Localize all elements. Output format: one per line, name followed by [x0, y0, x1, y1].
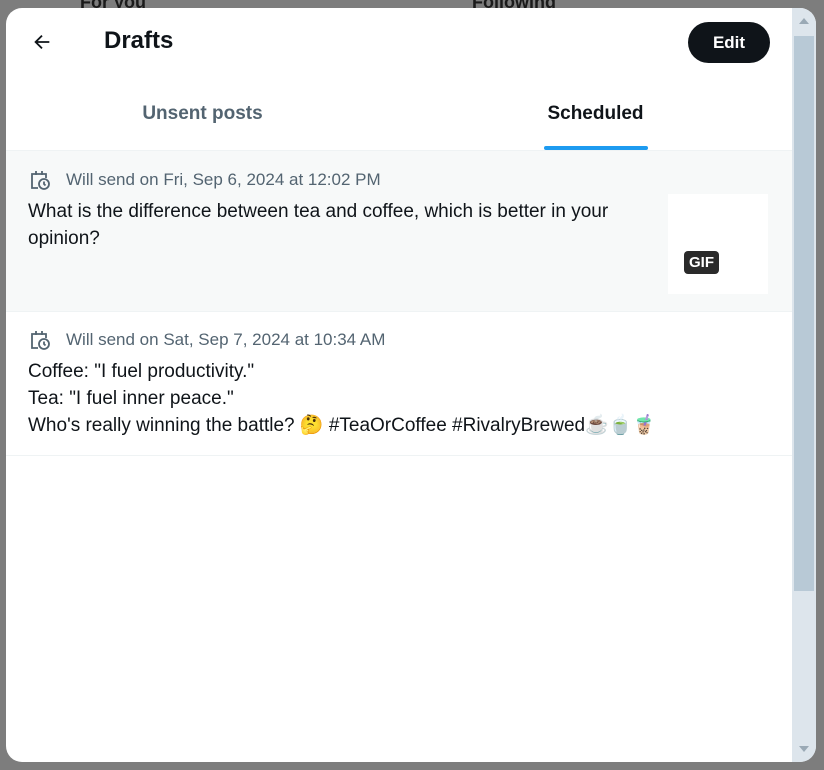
scroll-down-arrow-icon[interactable]	[799, 746, 809, 752]
back-button[interactable]	[26, 26, 58, 58]
active-tab-indicator	[543, 146, 648, 150]
drafts-modal: Drafts Edit Unsent posts Scheduled Will …	[6, 8, 816, 762]
post-line: Who's really winning the battle? 🤔 #TeaO…	[28, 415, 657, 436]
schedule-time: Will send on Sat, Sep 7, 2024 at 10:34 A…	[66, 330, 386, 349]
scheduled-post[interactable]: Will send on Fri, Sep 6, 2024 at 12:02 P…	[6, 151, 792, 312]
post-text: Coffee: "I fuel productivity." Tea: "I f…	[28, 358, 768, 439]
modal-header: Drafts Edit	[6, 8, 792, 78]
schedule-time: Will send on Fri, Sep 6, 2024 at 12:02 P…	[66, 170, 381, 189]
calendar-clock-icon	[31, 171, 50, 190]
calendar-clock-icon	[31, 331, 50, 350]
gif-thumbnail: GIF	[668, 194, 768, 294]
tab-label: Unsent posts	[142, 103, 263, 124]
tab-bar: Unsent posts Scheduled	[6, 92, 792, 151]
scrollbar-thumb[interactable]	[794, 36, 814, 591]
gif-badge: GIF	[684, 251, 719, 274]
tab-unsent-posts[interactable]: Unsent posts	[6, 92, 399, 150]
page-title: Drafts	[104, 27, 174, 54]
scheduled-post[interactable]: Will send on Sat, Sep 7, 2024 at 10:34 A…	[6, 311, 792, 456]
post-text: What is the difference between tea and c…	[28, 201, 609, 249]
tab-label: Scheduled	[547, 103, 644, 124]
post-line: Tea: "I fuel inner peace."	[28, 388, 234, 409]
scroll-up-arrow-icon[interactable]	[799, 18, 809, 24]
post-line: Coffee: "I fuel productivity."	[28, 361, 255, 382]
edit-button[interactable]: Edit	[688, 22, 770, 63]
arrow-left-icon	[34, 34, 50, 50]
tab-scheduled[interactable]: Scheduled	[399, 92, 792, 150]
scrollbar[interactable]	[792, 8, 816, 762]
